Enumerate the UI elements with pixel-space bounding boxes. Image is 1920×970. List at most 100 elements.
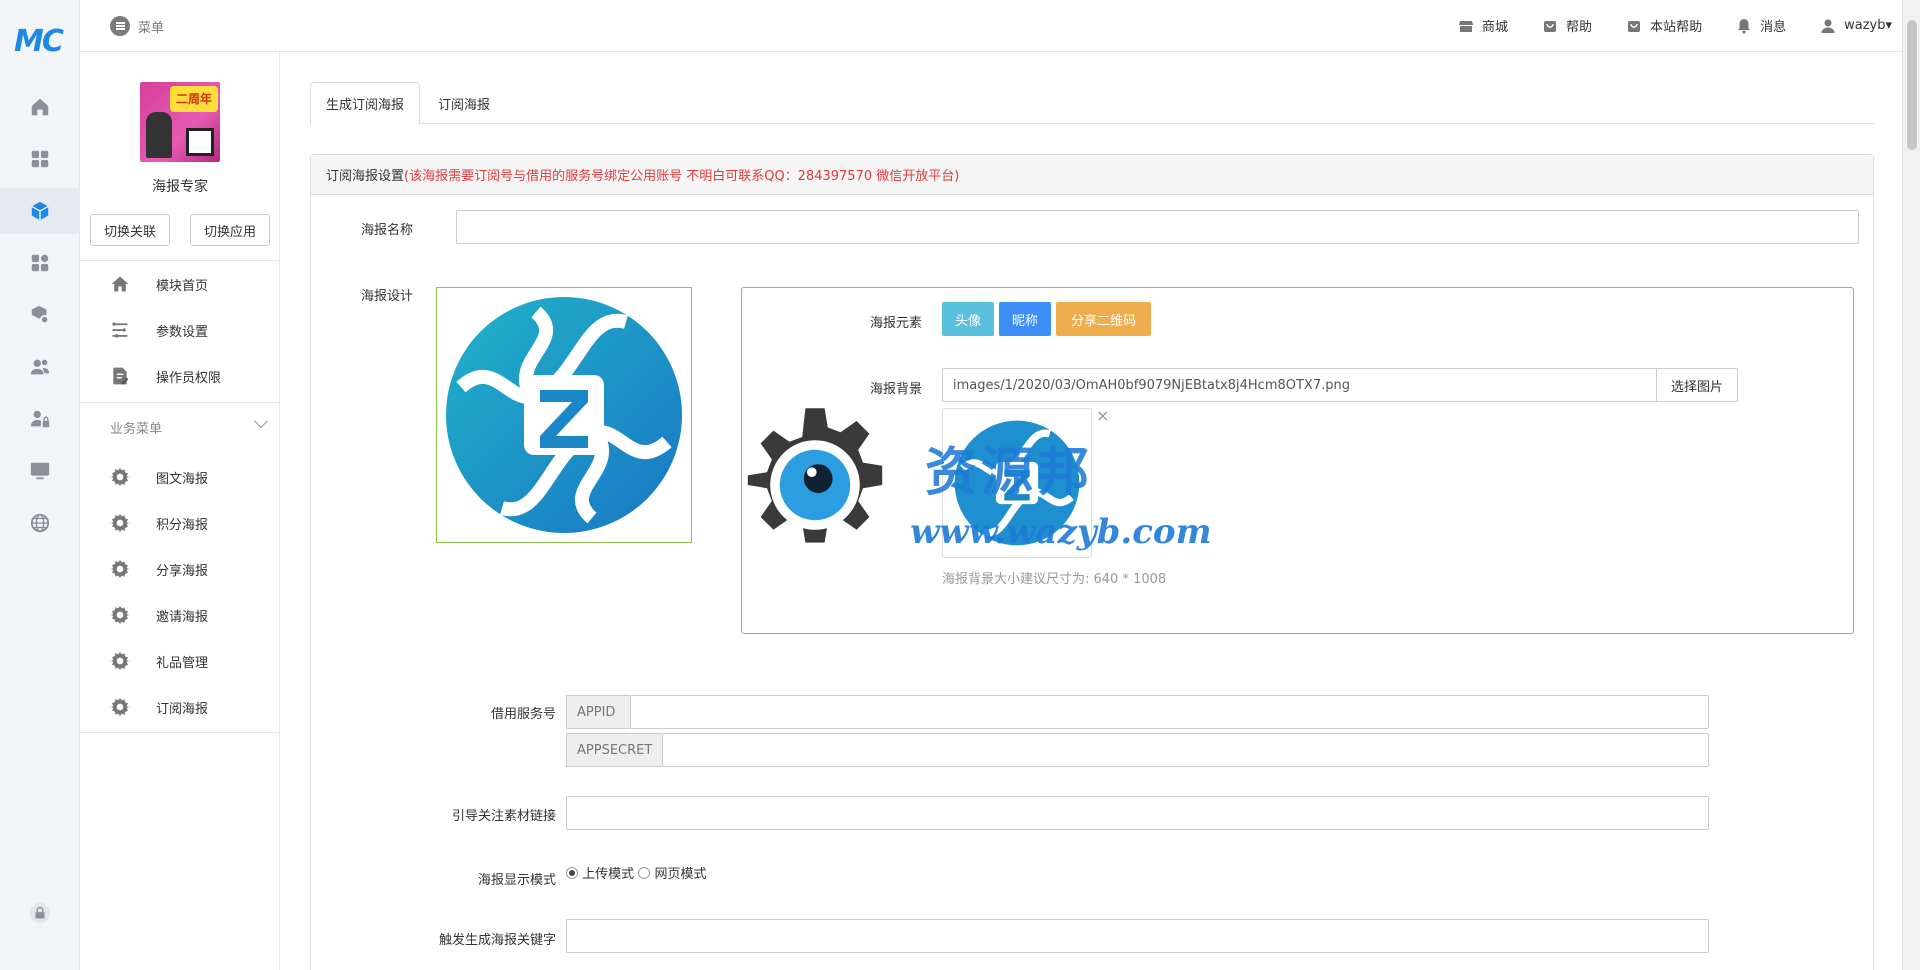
section-label-business: 业务菜单 [110,422,163,437]
mode-upload-radio[interactable] [566,867,578,879]
rail-app-settings[interactable] [0,292,80,338]
rail-lock[interactable] [0,890,80,936]
menu-toggle[interactable]: 菜单 [110,16,164,36]
users-icon [30,359,50,375]
gear-icon [110,513,130,533]
sidebar-item-graphic-poster[interactable]: 图文海报 [80,457,280,497]
pick-image-button[interactable]: 选择图片 [1656,368,1738,402]
user-icon [1821,19,1835,33]
sidebar-item-gift-manage[interactable]: 礼品管理 [80,641,280,681]
sidebar-item-params[interactable]: 参数设置 [80,310,280,350]
poster-design-editor: 海报元素 头像 昵称 分享二维码 海报背景 images/1/2020/03/O… [741,287,1854,634]
sidebar-item-module-home[interactable]: 模块首页 [80,264,280,304]
thumb-qr [186,128,214,156]
rail-monitor[interactable] [0,448,80,494]
top-link-site-help[interactable]: 本站帮助 [1626,16,1702,35]
top-link-store[interactable]: 商城 [1458,16,1508,35]
watermark-gear-icon [747,408,883,543]
guide-link-label: 引导关注素材链接 [451,809,556,824]
background-label: 海报背景 [869,382,922,397]
top-link-help[interactable]: 帮助 [1542,16,1592,35]
guide-link-input[interactable] [566,796,1709,830]
grid-icon [31,150,49,168]
appid-addon: APPID [566,695,630,729]
rail-grid[interactable] [0,136,80,182]
element-share-qr-button[interactable]: 分享二维码 [1056,302,1151,336]
user-menu[interactable]: wazyb▾ [1820,18,1892,34]
main-content: 生成订阅海报 订阅海报 订阅海报设置 (该海报需要订阅号与借用的服务号绑定公用账号… [280,52,1902,970]
appid-input[interactable] [630,695,1709,729]
rail-apps[interactable] [0,240,80,286]
brand-logo[interactable]: MC [14,24,64,59]
gear-icon [110,559,130,579]
divider [80,402,280,403]
gear-icon [110,697,130,717]
chevron-down-icon[interactable] [253,413,269,429]
bag-icon [1544,20,1557,32]
username: wazyb▾ [1844,18,1892,33]
tab-subscribe-poster[interactable]: 订阅海报 [423,82,505,124]
element-nickname-button[interactable]: 昵称 [999,302,1051,336]
page-scrollbar[interactable] [1902,0,1920,970]
user-lock-icon [30,410,50,428]
switch-app-button[interactable]: 切换应用 [190,214,270,246]
switch-link-button[interactable]: 切换关联 [90,214,170,246]
sidebar-item-invite-poster[interactable]: 邀请海报 [80,595,280,635]
display-mode-options: 上传模式 网页模式 [566,863,706,882]
gear-icon [110,467,130,487]
home-icon [31,98,49,116]
sidebar-item-share-poster[interactable]: 分享海报 [80,549,280,589]
remove-background-icon[interactable]: × [1096,406,1109,425]
rail-users[interactable] [0,344,80,390]
poster-name-input[interactable] [456,210,1859,244]
display-mode-label: 海报显示模式 [477,873,556,888]
rail-modules[interactable] [0,188,80,234]
gear-icon [110,651,130,671]
poster-name-label: 海报名称 [361,223,414,238]
rail-home[interactable] [0,84,80,130]
mode-upload-label: 上传模式 [582,867,635,882]
thumb-banner-text: 二周年 [170,86,218,112]
watermark-text: 资源邦 [925,442,1094,503]
divider [80,260,280,261]
globe-icon [30,513,50,533]
icon-rail: MC [0,0,80,970]
panel-title: 订阅海报设置 [326,169,405,184]
scrollbar-thumb[interactable] [1907,20,1917,150]
mode-web-label: 网页模式 [654,867,707,882]
rail-user-lock[interactable] [0,396,80,442]
doc-edit-icon [113,367,129,385]
sidebar-item-points-poster[interactable]: 积分海报 [80,503,280,543]
menu-label: 菜单 [138,20,165,36]
background-path-input[interactable]: images/1/2020/03/OmAH0bf9079NjEBtatx8j4H… [942,368,1657,402]
keyword-input[interactable] [566,919,1709,953]
apps-icon [31,254,49,272]
menu-list-icon [110,16,130,36]
appsecret-input[interactable] [662,733,1709,767]
sidebar-item-subscribe-poster[interactable]: 订阅海报 [80,687,280,727]
cube-icon [31,201,49,221]
keyword-label: 触发生成海报关键字 [438,933,556,948]
background-size-hint: 海报背景大小建议尺寸为: 640 * 1008 [942,572,1167,587]
poster-design-label: 海报设计 [361,289,414,304]
tab-generate-subscribe-poster[interactable]: 生成订阅海报 [310,82,421,125]
top-link-messages[interactable]: 消息 [1736,16,1786,35]
watermark-url: www.wazyb.com [910,512,1212,552]
mode-web-radio[interactable] [638,867,651,879]
panel-heading: 订阅海报设置 (该海报需要订阅号与借用的服务号绑定公用账号 不明白可联系QQ：28… [311,155,1873,195]
elements-label: 海报元素 [869,316,922,331]
appsecret-addon: APPSECRET [566,733,662,767]
rail-globe[interactable] [0,500,80,546]
top-header: 菜单 商城 帮助 本站帮助 消息 wazyb▾ [80,0,1902,52]
element-avatar-button[interactable]: 头像 [942,302,994,336]
settings-panel: 订阅海报设置 (该海报需要订阅号与借用的服务号绑定公用账号 不明白可联系QQ：28… [310,154,1874,970]
store-icon [1459,20,1474,32]
sliders-icon [112,322,128,338]
sidebar-item-operator-perms[interactable]: 操作员权限 [80,356,280,396]
bell-icon [1738,18,1751,34]
top-links: 商城 帮助 本站帮助 消息 wazyb▾ [1458,16,1892,35]
poster-preview[interactable] [436,287,692,543]
z-logo-image [446,297,682,533]
gear-icon [110,605,130,625]
module-sidebar: 二周年 海报专家 切换关联 切换应用 模块首页 参数设置 操作员权限 业务菜单 … [80,52,280,970]
